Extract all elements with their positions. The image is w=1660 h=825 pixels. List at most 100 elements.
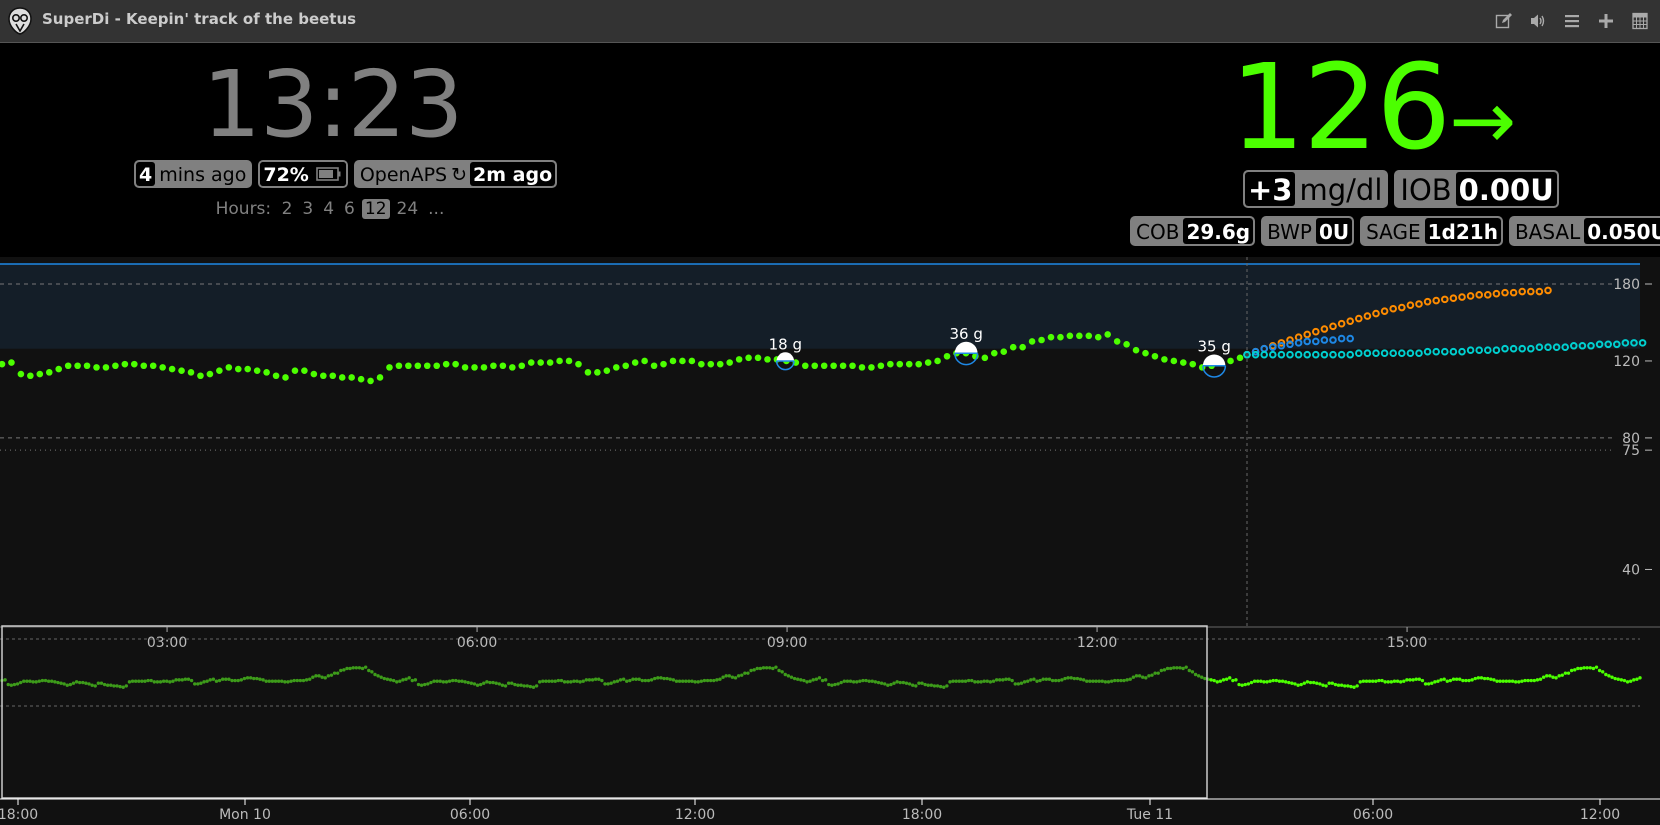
- overview-bg-point: [519, 683, 523, 687]
- overview-bg-point: [161, 679, 166, 683]
- overview-bg-point: [973, 680, 977, 684]
- overview-bg-point: [1280, 679, 1285, 683]
- overview-bg-point: [1007, 677, 1011, 681]
- bg-reading-point: [679, 357, 686, 365]
- overview-bg-point: [690, 679, 694, 683]
- overview-bg-point: [920, 681, 924, 685]
- overview-bg-point: [861, 678, 865, 683]
- hours-option-12[interactable]: 12: [361, 199, 390, 219]
- overview-bg-point: [774, 665, 778, 669]
- overview-bg-point: [976, 680, 980, 684]
- overview-bg-point: [1343, 684, 1347, 688]
- overview-bg-point: [137, 679, 141, 683]
- overview-bg-point: [1147, 674, 1151, 678]
- cob-pill[interactable]: COB 29.6g: [1130, 216, 1256, 246]
- edit-button[interactable]: [1494, 10, 1514, 32]
- y-tick-label: 120: [1613, 354, 1640, 370]
- overview-bg-point: [802, 678, 806, 683]
- bg-reading-point: [1085, 332, 1093, 340]
- overview-bg-point: [1545, 674, 1549, 678]
- overview-bg-point: [90, 683, 94, 687]
- overview-bg-point: [1364, 679, 1369, 683]
- overview-bg-point: [780, 670, 784, 674]
- overview-bg-point: [18, 680, 23, 685]
- loop-status-pill[interactable]: OpenAPS ↻ 2m ago: [353, 160, 558, 188]
- overview-bg-point: [1563, 671, 1568, 675]
- overview-bg-point: [1153, 671, 1157, 675]
- overview-bg-point: [488, 680, 492, 685]
- overview-bg-point: [373, 672, 377, 677]
- speaker-button[interactable]: [1528, 10, 1548, 32]
- overview-bg-point: [572, 679, 576, 683]
- overview-bg-point: [1287, 680, 1291, 685]
- overview-bg-point: [708, 678, 713, 683]
- overview-bg-point: [1041, 677, 1045, 681]
- overview-bg-point: [1268, 679, 1272, 683]
- overview-bg-point: [314, 674, 318, 678]
- overview-bg-point: [1430, 681, 1434, 685]
- overview-bg-point: [189, 678, 194, 683]
- overview-bg-point: [1162, 668, 1167, 672]
- bg-reading-point: [820, 362, 828, 370]
- bg-reading-point: [338, 374, 346, 381]
- app-title: SuperDi - Keepin' track of the beetus: [42, 10, 357, 28]
- hours-option-2[interactable]: 2: [279, 199, 296, 219]
- hours-option-3[interactable]: 3: [299, 199, 316, 219]
- bg-reading-point: [423, 362, 431, 370]
- hours-option-more[interactable]: ...: [425, 199, 447, 219]
- hours-option-6[interactable]: 6: [341, 199, 358, 219]
- overview-bg-point: [1075, 676, 1080, 681]
- overview-bg-point: [1091, 679, 1095, 683]
- overview-bg-point: [597, 677, 601, 681]
- add-treatment-button[interactable]: [1596, 10, 1616, 32]
- overview-bg-point: [684, 679, 688, 683]
- iob-pill[interactable]: IOB 0.00U: [1394, 170, 1559, 208]
- sage-pill[interactable]: SAGE 1d21h: [1360, 216, 1503, 246]
- overview-bg-point: [1489, 677, 1493, 681]
- bg-reading-point: [149, 362, 157, 370]
- bg-reading-point: [868, 364, 875, 371]
- bg-reading-point: [811, 362, 819, 370]
- bwp-pill[interactable]: BWP 0U: [1261, 216, 1355, 246]
- overview-bg-point: [705, 678, 710, 683]
- overview-bg-point: [883, 682, 887, 686]
- overview-bg-point: [1529, 678, 1533, 683]
- overview-bg-point: [904, 681, 909, 685]
- carb-label: 35 g: [1197, 338, 1230, 356]
- overview-bg-point: [603, 682, 607, 686]
- overview-bg-point: [115, 684, 119, 688]
- trend-arrow-icon: →: [1449, 74, 1517, 167]
- overview-bg-point: [789, 675, 794, 679]
- overview-bg-point: [727, 674, 732, 678]
- overview-bg-point: [1097, 679, 1101, 683]
- current-bg: 126→: [1230, 42, 1516, 186]
- bg-reading-point: [1028, 338, 1036, 345]
- overview-bg-point: [1125, 678, 1129, 682]
- glucose-chart[interactable]: 18012080754018 g36 g35 g 03:00 06:00 09:00…: [0, 257, 1660, 825]
- overview-bg-point: [1172, 666, 1176, 670]
- hours-option-4[interactable]: 4: [320, 199, 337, 219]
- overview-bg-point: [565, 680, 570, 684]
- overview-bg-point: [1181, 666, 1185, 671]
- menu-button[interactable]: [1562, 10, 1582, 32]
- bg-reading-point: [1066, 332, 1074, 340]
- overview-bg-point: [1395, 679, 1400, 683]
- overview-bg-point: [149, 678, 153, 683]
- basal-pill[interactable]: BASAL 0.050U: [1508, 216, 1660, 246]
- overview-bg-point: [1513, 680, 1518, 684]
- overview-bg-point: [1625, 680, 1630, 684]
- overview-bg-point: [951, 679, 955, 683]
- overview-bg-point: [991, 679, 996, 683]
- overview-bg-point: [945, 684, 949, 688]
- overview-bg-point: [606, 682, 610, 686]
- calculator-button[interactable]: [1630, 10, 1650, 32]
- hours-option-24[interactable]: 24: [394, 199, 422, 219]
- overview-bg-point: [301, 678, 306, 683]
- overview-bg-point: [637, 677, 641, 681]
- bg-reading-point: [1076, 332, 1083, 340]
- overview-bg-point: [59, 681, 63, 685]
- overview-bg-point: [12, 682, 17, 687]
- overview-bg-point: [914, 684, 918, 688]
- overview-bg-point: [295, 678, 299, 683]
- overview-bg-point: [1196, 674, 1201, 678]
